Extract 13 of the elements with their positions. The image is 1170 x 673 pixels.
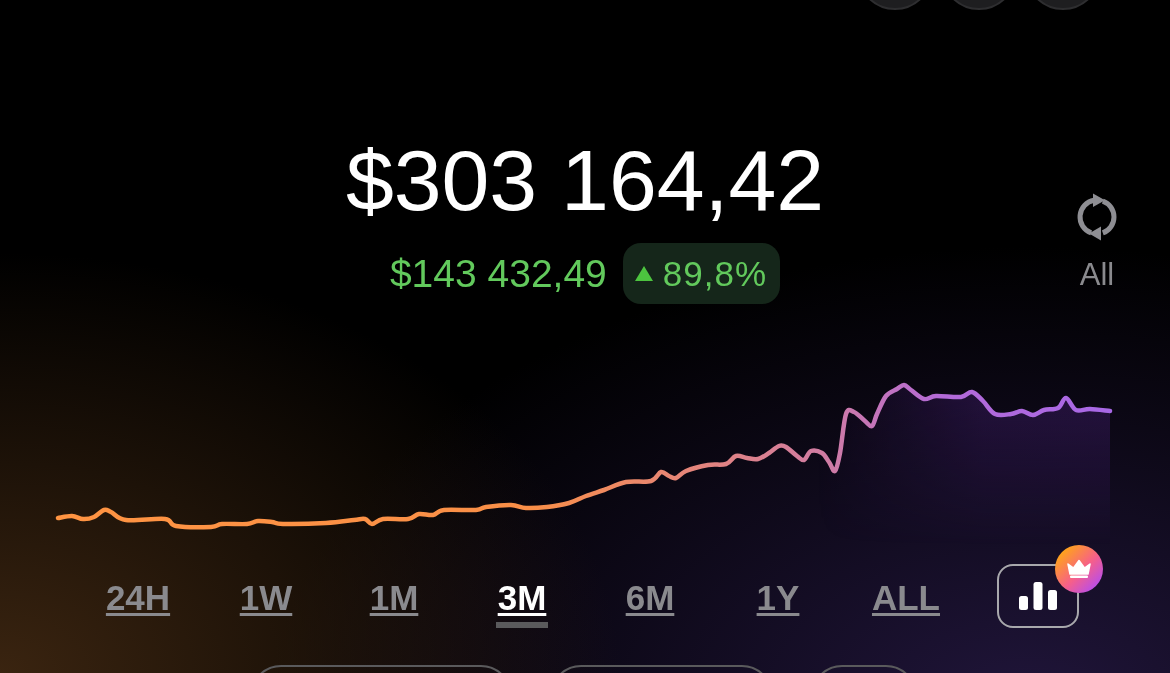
balance-value: $303 164,42 (345, 137, 825, 223)
time-range-tab[interactable]: 1M (369, 580, 419, 615)
time-range-tab[interactable]: 3M (497, 580, 547, 615)
time-range-tab[interactable]: 6M (625, 580, 675, 615)
time-range-tab[interactable]: 24H (105, 580, 171, 615)
tab-indicator (496, 622, 548, 628)
bar-chart-icon (1019, 582, 1057, 610)
change-percent: 89,8% (662, 256, 768, 291)
time-range-tab[interactable]: ALL (871, 580, 940, 615)
time-range-tab[interactable]: 1W (239, 580, 293, 615)
sync-label[interactable]: All (1079, 259, 1115, 290)
time-range-tab[interactable]: 1Y (756, 580, 800, 615)
change-amount: $143 432,49 (389, 254, 607, 293)
